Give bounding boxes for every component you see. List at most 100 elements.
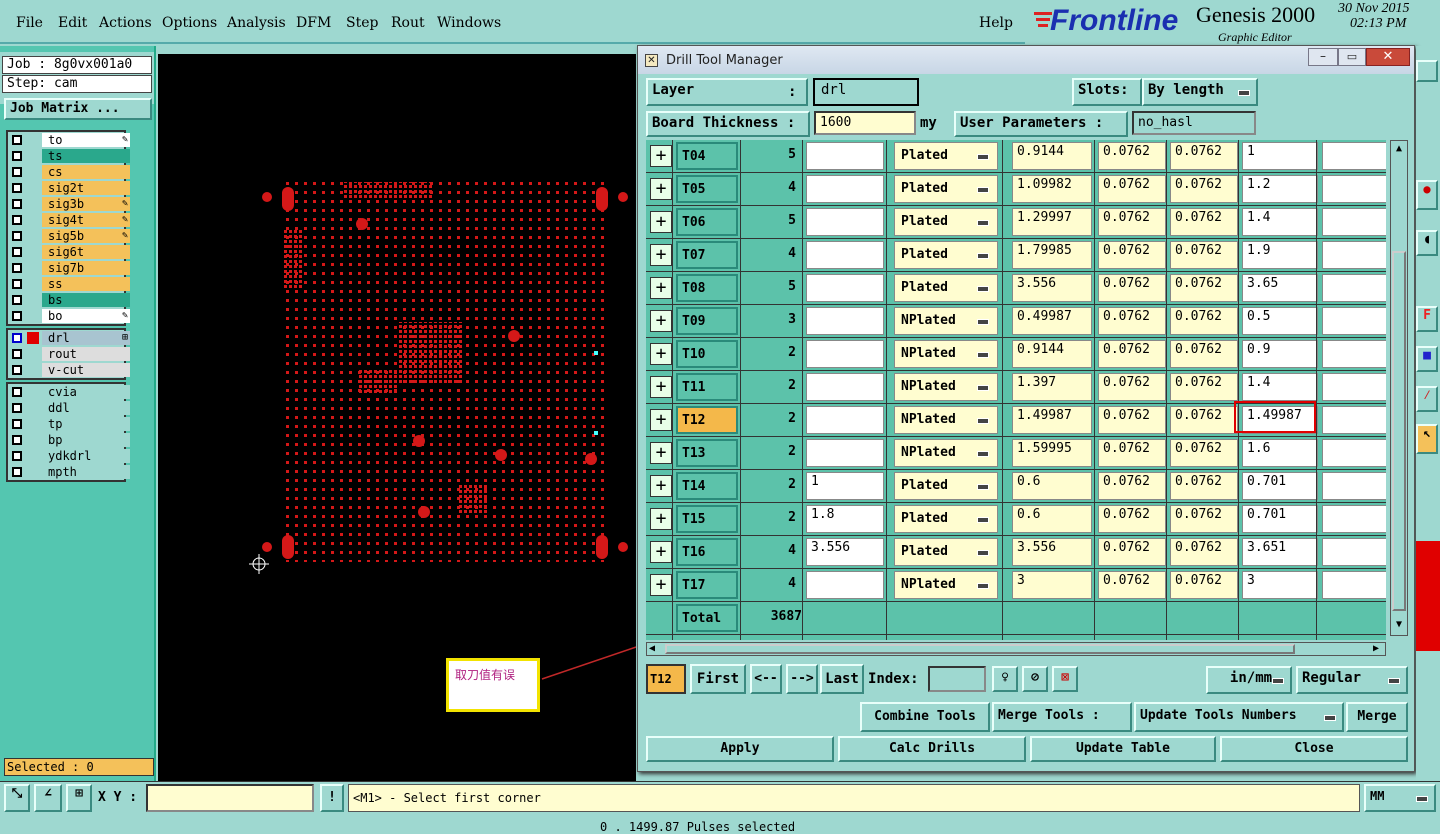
tool-name[interactable]: T13 (676, 439, 738, 467)
layer-row-sig6t[interactable]: sig6t (8, 244, 130, 260)
tol-plus-input[interactable]: 0.0762 (1098, 142, 1166, 170)
tol-plus-input[interactable]: 0.0762 (1098, 472, 1166, 500)
measure-icon[interactable]: ∠ (34, 784, 62, 812)
font-icon[interactable]: F (1416, 306, 1438, 332)
finish-size-input[interactable]: 0.701 (1242, 505, 1318, 533)
spec-input[interactable] (806, 274, 884, 302)
layer-checkbox[interactable] (12, 247, 22, 257)
spec-input[interactable] (806, 406, 884, 434)
layer-checkbox[interactable] (12, 231, 22, 241)
tool-row[interactable]: + T15 2 1.8 Plated 0.6 0.0762 0.0762 0.701 (646, 503, 1386, 536)
tol-plus-input[interactable]: 0.0762 (1098, 175, 1166, 203)
index-input[interactable] (928, 666, 986, 692)
layers-icon[interactable]: ■ (1416, 346, 1438, 372)
drill-size-input[interactable]: 0.9144 (1012, 142, 1092, 170)
type-dropdown[interactable]: Plated (894, 142, 998, 170)
tool-icon-3[interactable]: ◖ (1416, 230, 1438, 256)
drill-size-input[interactable]: 1.59995 (1012, 439, 1092, 467)
h-scroll-thumb[interactable] (665, 644, 1295, 654)
layer-row-cvia[interactable]: cvia (8, 384, 130, 400)
tool-row[interactable]: + T14 2 1 Plated 0.6 0.0762 0.0762 0.701 (646, 470, 1386, 503)
layer-checkbox[interactable] (12, 365, 22, 375)
extra-input[interactable] (1322, 406, 1386, 434)
merge-button[interactable]: Merge (1346, 702, 1408, 732)
spec-input[interactable] (806, 307, 884, 335)
grid-icon[interactable]: ⊞ (66, 784, 92, 812)
tool-name[interactable]: T05 (676, 175, 738, 203)
tool-row[interactable]: + T10 2 NPlated 0.9144 0.0762 0.0762 0.9 (646, 338, 1386, 371)
drill-size-input[interactable]: 1.29997 (1012, 208, 1092, 236)
expand-icon[interactable]: + (650, 541, 672, 563)
maximize-button[interactable]: ▭ (1338, 48, 1366, 66)
layer-checkbox[interactable] (12, 451, 22, 461)
expand-icon[interactable]: + (650, 178, 672, 200)
expand-icon[interactable]: + (650, 442, 672, 464)
expand-icon[interactable]: + (650, 475, 672, 497)
tol-minus-input[interactable]: 0.0762 (1170, 241, 1238, 269)
tol-plus-input[interactable]: 0.0762 (1098, 505, 1166, 533)
spec-input[interactable]: 1.8 (806, 505, 884, 533)
layer-row-bs[interactable]: bs (8, 292, 130, 308)
tool-name[interactable]: T10 (676, 340, 738, 368)
tool-name[interactable]: T12 (676, 406, 738, 434)
layer-checkbox[interactable] (12, 387, 22, 397)
expand-icon[interactable]: + (650, 211, 672, 233)
finish-size-input[interactable]: 1.6 (1242, 439, 1318, 467)
spec-input[interactable] (806, 340, 884, 368)
scroll-left-icon[interactable]: ◀ (649, 643, 655, 655)
xy-input[interactable] (146, 784, 314, 812)
layer-checkbox[interactable] (12, 215, 22, 225)
layer-checkbox[interactable] (12, 295, 22, 305)
expand-icon[interactable]: + (650, 409, 672, 431)
update-table-button[interactable]: Update Table (1030, 736, 1216, 762)
tool-row[interactable]: + T08 5 Plated 3.556 0.0762 0.0762 3.65 (646, 272, 1386, 305)
finish-size-input[interactable]: 0.5 (1242, 307, 1318, 335)
tool-name[interactable]: T16 (676, 538, 738, 566)
finish-size-input[interactable]: 3.651 (1242, 538, 1318, 566)
expand-icon[interactable]: + (650, 244, 672, 266)
layer-row-bp[interactable]: bp (8, 432, 130, 448)
layer-checkbox[interactable] (12, 435, 22, 445)
close-button[interactable]: Close (1220, 736, 1408, 762)
first-button[interactable]: First (690, 664, 746, 694)
extra-input[interactable] (1322, 241, 1386, 269)
tol-plus-input[interactable]: 0.0762 (1098, 208, 1166, 236)
layer-checkbox[interactable] (12, 311, 22, 321)
spec-input[interactable] (806, 439, 884, 467)
finish-size-input[interactable]: 1.2 (1242, 175, 1318, 203)
tol-minus-input[interactable]: 0.0762 (1170, 571, 1238, 599)
type-dropdown[interactable]: Plated (894, 472, 998, 500)
units-status-dropdown[interactable]: MM (1364, 784, 1436, 812)
layer-field[interactable]: drl (813, 78, 919, 106)
spec-input[interactable] (806, 241, 884, 269)
expand-icon[interactable]: + (650, 574, 672, 596)
menu-dfm[interactable]: DFM (296, 15, 331, 31)
layer-checkbox[interactable] (12, 183, 22, 193)
drill-size-input[interactable]: 0.6 (1012, 472, 1092, 500)
tool-name[interactable]: T08 (676, 274, 738, 302)
type-dropdown[interactable]: NPlated (894, 406, 998, 434)
menu-analysis[interactable]: Analysis (227, 15, 286, 31)
layer-checkbox[interactable] (12, 167, 22, 177)
menu-edit[interactable]: Edit (58, 15, 87, 31)
layer-row-sig5b[interactable]: sig5b ✎ (8, 228, 130, 244)
tol-plus-input[interactable]: 0.0762 (1098, 373, 1166, 401)
calc-drills-button[interactable]: Calc Drills (838, 736, 1026, 762)
tol-minus-input[interactable]: 0.0762 (1170, 340, 1238, 368)
drill-size-input[interactable]: 1.79985 (1012, 241, 1092, 269)
tol-minus-input[interactable]: 0.0762 (1170, 142, 1238, 170)
tol-minus-input[interactable]: 0.0762 (1170, 538, 1238, 566)
expand-icon[interactable]: + (650, 145, 672, 167)
tol-minus-input[interactable]: 0.0762 (1170, 208, 1238, 236)
type-dropdown[interactable]: NPlated (894, 373, 998, 401)
type-dropdown[interactable]: Plated (894, 208, 998, 236)
scroll-up-icon[interactable]: ▲ (1392, 143, 1406, 155)
layer-row-ss[interactable]: ss (8, 276, 130, 292)
type-dropdown[interactable]: NPlated (894, 439, 998, 467)
layer-checkbox[interactable] (12, 467, 22, 477)
finish-size-input[interactable]: 3.65 (1242, 274, 1318, 302)
tol-minus-input[interactable]: 0.0762 (1170, 175, 1238, 203)
menu-step[interactable]: Step (346, 15, 378, 31)
extra-input[interactable] (1322, 340, 1386, 368)
layer-checkbox[interactable] (12, 279, 22, 289)
